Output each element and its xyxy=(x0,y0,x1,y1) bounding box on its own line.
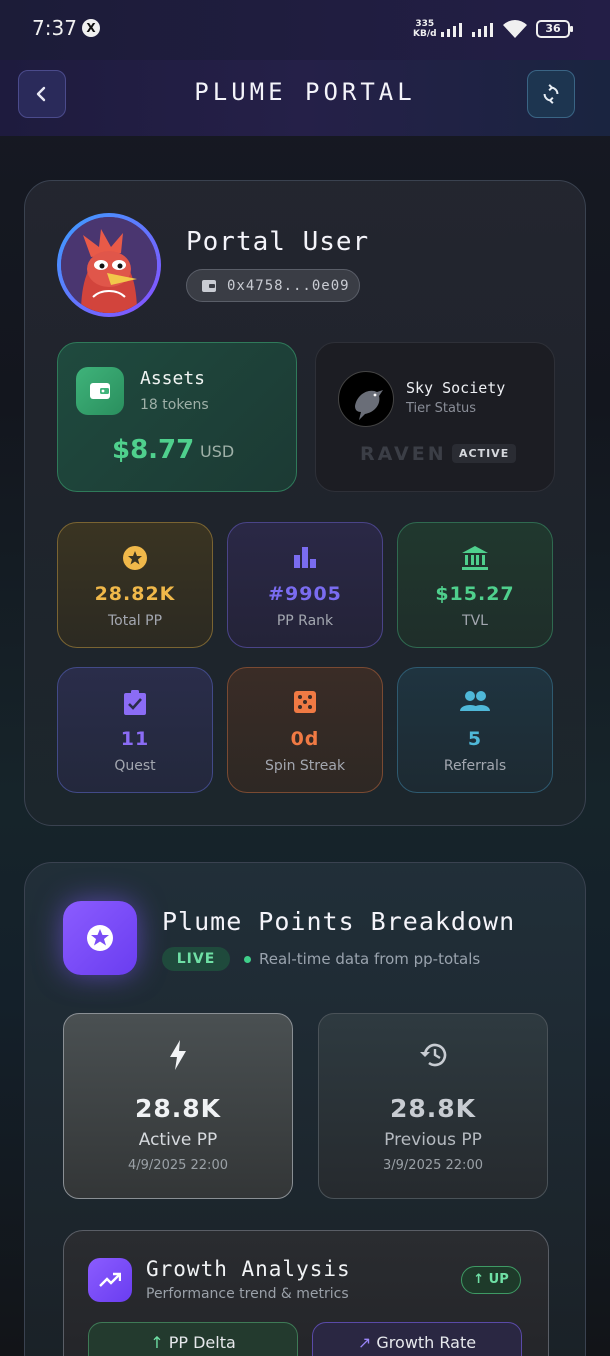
stat-label: TVL xyxy=(462,613,488,629)
stat-value: 0d xyxy=(290,728,320,750)
trend-badge-label: UP xyxy=(488,1272,509,1287)
status-bar: 7:37 X 335 KB/d 36 xyxy=(0,0,610,60)
wallet-address: 0x4758...0e09 xyxy=(227,277,350,294)
stat-total-pp[interactable]: 28.82K Total PP xyxy=(57,522,213,648)
trend-up-badge: ↑ UP xyxy=(461,1266,521,1294)
growth-title: Growth Analysis xyxy=(146,1257,351,1281)
refresh-button[interactable] xyxy=(527,70,575,118)
dice-icon xyxy=(294,691,316,713)
signal-icon-2 xyxy=(472,23,493,37)
active-pp-label: Active PP xyxy=(138,1130,218,1150)
profile-card: Portal User 0x4758...0e09 Assets 18 toke… xyxy=(24,180,586,826)
assets-title: Assets xyxy=(140,368,206,389)
stat-value: #9905 xyxy=(268,583,342,605)
pp-delta-card[interactable]: ↑ PP Delta xyxy=(88,1322,298,1356)
stat-quest[interactable]: 11 Quest xyxy=(57,667,213,793)
wallet-icon xyxy=(76,367,124,415)
plume-points-breakdown-card: Plume Points Breakdown LIVE Real-time da… xyxy=(24,862,586,1356)
stat-pp-rank[interactable]: #9905 PP Rank xyxy=(227,522,383,648)
stat-value: 5 xyxy=(467,728,483,750)
active-pp-timestamp: 4/9/2025 22:00 xyxy=(128,1158,228,1173)
bank-icon xyxy=(462,546,488,570)
tier-active-badge: ACTIVE xyxy=(452,444,517,463)
avatar[interactable] xyxy=(57,213,161,317)
bird-avatar-icon xyxy=(61,217,157,313)
network-speed-unit: KB/d xyxy=(413,29,437,39)
growth-rate-label: Growth Rate xyxy=(376,1333,477,1352)
x-app-icon: X xyxy=(82,19,100,37)
assets-token-count: 18 tokens xyxy=(140,397,209,413)
people-icon xyxy=(460,691,490,711)
signal-icon xyxy=(441,23,462,37)
history-icon xyxy=(420,1043,447,1067)
live-indicator-dot xyxy=(244,956,251,963)
growth-rate-card[interactable]: ↗ Growth Rate xyxy=(312,1322,522,1356)
arrow-up-icon: ↑ xyxy=(150,1333,164,1352)
stat-referrals[interactable]: 5 Referrals xyxy=(397,667,553,793)
stat-value: 28.82K xyxy=(94,583,176,605)
page-title: PLUME PORTAL xyxy=(194,78,416,106)
bar-chart-icon xyxy=(294,547,316,568)
sky-society-title: Sky Society xyxy=(406,379,506,397)
battery-icon: 36 xyxy=(536,20,573,38)
wallet-icon xyxy=(202,279,216,292)
trending-up-icon: ↗ xyxy=(357,1333,372,1352)
stat-label: Referrals xyxy=(443,758,507,774)
active-pp-card[interactable]: 28.8K Active PP 4/9/2025 22:00 xyxy=(63,1013,293,1199)
stat-label: Quest xyxy=(114,758,156,774)
previous-pp-value: 28.8K xyxy=(389,1094,477,1123)
wallet-address-pill[interactable]: 0x4758...0e09 xyxy=(186,269,360,302)
stat-spin-streak[interactable]: 0d Spin Streak xyxy=(227,667,383,793)
refresh-icon xyxy=(543,84,559,104)
app-header: PLUME PORTAL xyxy=(0,60,610,136)
previous-pp-timestamp: 3/9/2025 22:00 xyxy=(383,1158,483,1173)
stat-value: 11 xyxy=(120,728,150,750)
star-badge-icon xyxy=(63,901,137,975)
breakdown-title: Plume Points Breakdown xyxy=(162,907,516,936)
clipboard-check-icon xyxy=(124,690,146,715)
trending-up-icon xyxy=(88,1258,132,1302)
live-badge: LIVE xyxy=(162,947,230,971)
assets-card[interactable]: Assets 18 tokens $8.77 USD xyxy=(57,342,297,492)
stat-label: Spin Streak xyxy=(264,758,346,774)
previous-pp-label: Previous PP xyxy=(384,1130,482,1150)
live-description: Real-time data from pp-totals xyxy=(259,950,481,968)
stat-tvl[interactable]: $15.27 TVL xyxy=(397,522,553,648)
arrow-up-icon: ↑ xyxy=(473,1272,485,1287)
lightning-icon xyxy=(170,1040,186,1070)
stat-label: Total PP xyxy=(107,613,163,629)
growth-analysis-card[interactable]: Growth Analysis Performance trend & metr… xyxy=(63,1230,549,1356)
sky-society-card[interactable]: Sky Society Tier Status RAVEN ACTIVE xyxy=(315,342,555,492)
stat-label: PP Rank xyxy=(276,613,334,629)
wifi-icon xyxy=(503,20,527,38)
network-speed-value: 335 xyxy=(415,19,435,29)
stat-value: $15.27 xyxy=(435,583,515,605)
previous-pp-card[interactable]: 28.8K Previous PP 3/9/2025 22:00 xyxy=(318,1013,548,1199)
star-icon xyxy=(123,546,147,570)
network-speed: 335 KB/d xyxy=(413,19,437,39)
growth-subtitle: Performance trend & metrics xyxy=(146,1286,349,1302)
tier-status-label: Tier Status xyxy=(406,401,477,416)
raven-icon xyxy=(338,371,394,427)
active-pp-value: 28.8K xyxy=(134,1094,222,1123)
status-time: 7:37 xyxy=(32,16,77,40)
assets-unit: USD xyxy=(200,442,235,461)
assets-value: $8.77 xyxy=(112,435,195,465)
tier-name: RAVEN xyxy=(360,443,447,465)
pp-delta-label: PP Delta xyxy=(168,1333,236,1352)
user-name: Portal User xyxy=(186,227,370,257)
